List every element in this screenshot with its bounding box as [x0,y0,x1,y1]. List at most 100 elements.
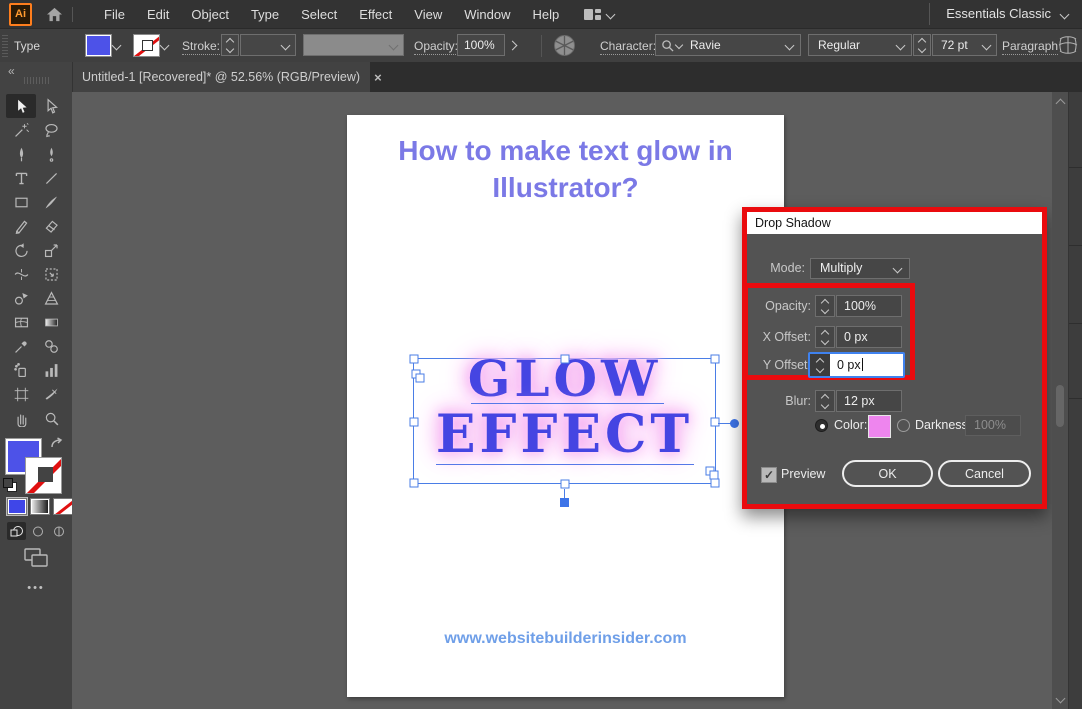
tool-eyedropper[interactable] [6,334,36,358]
paragraph-label[interactable]: Paragraph [1002,39,1058,55]
selection-handle-e[interactable] [711,418,720,427]
selection-handle-nw[interactable] [410,355,419,364]
opacity-field[interactable]: 100% [457,34,505,56]
shadow-color-swatch[interactable] [868,415,891,438]
blur-field[interactable]: 12 px [836,390,902,412]
tool-blend[interactable] [36,334,66,358]
color-button[interactable] [7,498,27,515]
tool-pen[interactable] [6,142,36,166]
default-fill-stroke-icon[interactable] [3,478,16,491]
font-family-select[interactable]: Ravie [655,34,801,56]
stroke-color-swatch[interactable] [133,34,160,57]
color-radio[interactable] [815,419,828,432]
preview-checkbox[interactable]: ✓ [761,467,777,483]
opacity-popup-chevron-icon[interactable] [508,41,518,51]
tool-direct-selection[interactable] [36,94,66,118]
selection-handle-n[interactable] [561,355,570,364]
collapsed-panel-dock[interactable] [1068,92,1082,709]
draw-normal-mode[interactable] [7,522,26,540]
gradient-button[interactable] [30,498,50,515]
tool-rotate[interactable] [6,238,36,262]
tool-artboard[interactable] [6,382,36,406]
tool-rectangle[interactable] [6,190,36,214]
tool-shape-builder[interactable] [6,286,36,310]
selection-handle-sw[interactable] [410,479,419,488]
stroke-color-control[interactable] [25,457,62,494]
draw-behind-mode[interactable] [28,522,47,540]
workspace-selector[interactable]: Essentials Classic [929,3,1082,25]
color-wheel-icon[interactable] [553,34,576,60]
warp-grid-icon[interactable] [1057,35,1079,58]
none-button[interactable] [53,498,73,515]
text-selection-box[interactable]: GLOW EFFECT [413,358,716,484]
tool-shaper[interactable] [6,214,36,238]
opacity-field[interactable]: 100% [836,295,902,317]
menu-help[interactable]: Help [521,2,570,27]
tool-eraser[interactable] [36,214,66,238]
screen-mode-icon[interactable] [24,548,48,572]
more-tools-icon[interactable]: ••• [0,582,72,594]
menu-object[interactable]: Object [180,2,240,27]
tools-panel-grip[interactable] [24,77,50,84]
font-style-select[interactable]: Regular [808,34,912,56]
stroke-chevron-icon[interactable] [160,41,170,51]
collapse-panel-icon[interactable]: « [8,64,13,78]
character-label[interactable]: Character: [600,39,656,55]
scroll-up-icon[interactable] [1056,99,1066,109]
y-offset-field-focused[interactable]: 0 px [808,352,905,378]
tool-column-graph[interactable] [36,358,66,382]
menu-view[interactable]: View [403,2,453,27]
document-tab[interactable]: Untitled-1 [Recovered]* @ 52.56% (RGB/Pr… [72,62,370,92]
panel-grip[interactable] [2,35,8,57]
tool-lasso[interactable] [36,118,66,142]
tool-type[interactable] [6,166,36,190]
fill-chevron-icon[interactable] [112,41,122,51]
font-size-select[interactable]: 72 pt [932,34,997,56]
tool-symbol-sprayer[interactable] [6,358,36,382]
tool-magic-wand[interactable] [6,118,36,142]
glow-text-line2[interactable]: EFFECT [414,405,715,465]
menu-select[interactable]: Select [290,2,348,27]
darkness-radio[interactable] [897,419,910,432]
scroll-down-icon[interactable] [1056,694,1066,704]
rotation-handle-dot[interactable] [730,419,739,428]
stroke-weight-select[interactable] [240,34,296,56]
font-size-stepper[interactable] [913,34,931,56]
tool-hand[interactable] [6,406,36,430]
selection-handle-se[interactable] [711,479,720,488]
center-point-handle[interactable] [560,498,569,507]
tool-gradient[interactable] [36,310,66,334]
tool-free-transform[interactable] [36,262,66,286]
home-icon[interactable] [46,7,63,22]
tool-scale[interactable] [36,238,66,262]
menu-type[interactable]: Type [240,2,290,27]
menu-window[interactable]: Window [453,2,521,27]
close-icon[interactable]: × [374,70,382,85]
selection-handle-ne[interactable] [711,355,720,364]
x-offset-stepper[interactable] [815,326,835,348]
opacity-label[interactable]: Opacity: [414,39,458,55]
tool-selection[interactable] [6,94,36,118]
menu-edit[interactable]: Edit [136,2,180,27]
tool-zoom[interactable] [36,406,66,430]
scrollbar-thumb[interactable] [1056,385,1064,427]
vertical-scrollbar[interactable] [1052,92,1068,709]
selection-handle-s[interactable] [561,480,570,489]
tool-line-segment[interactable] [36,166,66,190]
stroke-weight-stepper[interactable] [221,34,239,56]
x-offset-field[interactable]: 0 px [836,326,902,348]
draw-inside-mode[interactable] [49,522,68,540]
stroke-weight-label[interactable]: Stroke: [182,39,220,55]
workspace-switcher-icon[interactable] [584,9,614,20]
cancel-button[interactable]: Cancel [938,460,1031,487]
menu-effect[interactable]: Effect [348,2,403,27]
tool-curvature[interactable] [36,142,66,166]
opacity-stepper[interactable] [815,295,835,317]
tool-paintbrush[interactable] [36,190,66,214]
mode-dropdown[interactable]: Multiply [810,258,910,279]
ok-button[interactable]: OK [842,460,933,487]
menu-file[interactable]: File [93,2,136,27]
tool-width[interactable] [6,262,36,286]
tool-slice[interactable] [36,382,66,406]
fill-color-swatch[interactable] [85,34,112,57]
